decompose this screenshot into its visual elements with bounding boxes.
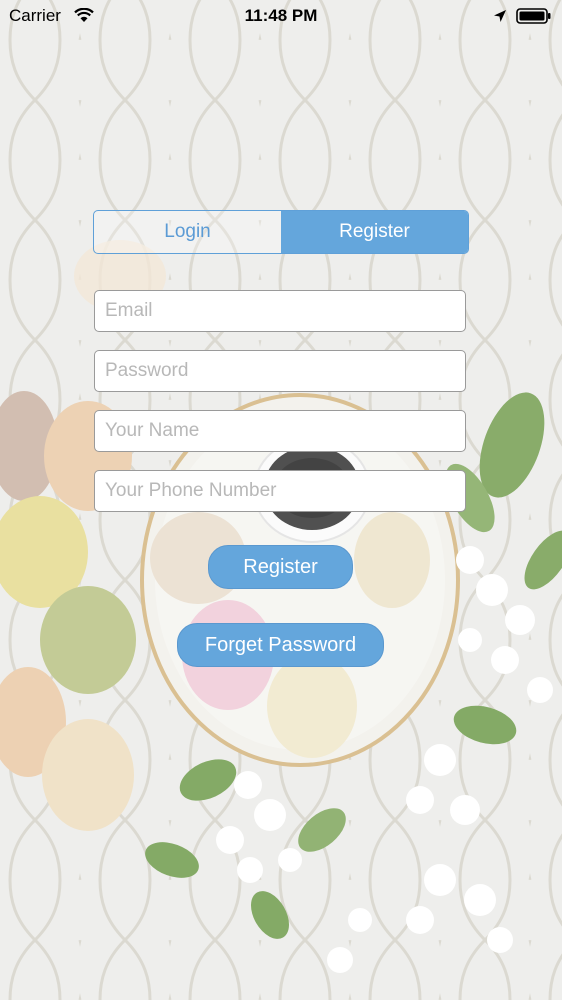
name-field[interactable] [94, 410, 466, 452]
tab-login[interactable]: Login [94, 211, 281, 253]
register-button[interactable]: Register [208, 545, 353, 589]
status-bar: Carrier 11:48 PM [0, 0, 562, 32]
tab-register[interactable]: Register [281, 211, 468, 253]
location-arrow-icon [493, 8, 507, 28]
battery-icon [516, 8, 552, 29]
email-field[interactable] [94, 290, 466, 332]
phone-field[interactable] [94, 470, 466, 512]
auth-segmented-control: Login Register [93, 210, 469, 254]
forget-password-button[interactable]: Forget Password [177, 623, 384, 667]
status-time: 11:48 PM [244, 6, 318, 25]
password-field[interactable] [94, 350, 466, 392]
